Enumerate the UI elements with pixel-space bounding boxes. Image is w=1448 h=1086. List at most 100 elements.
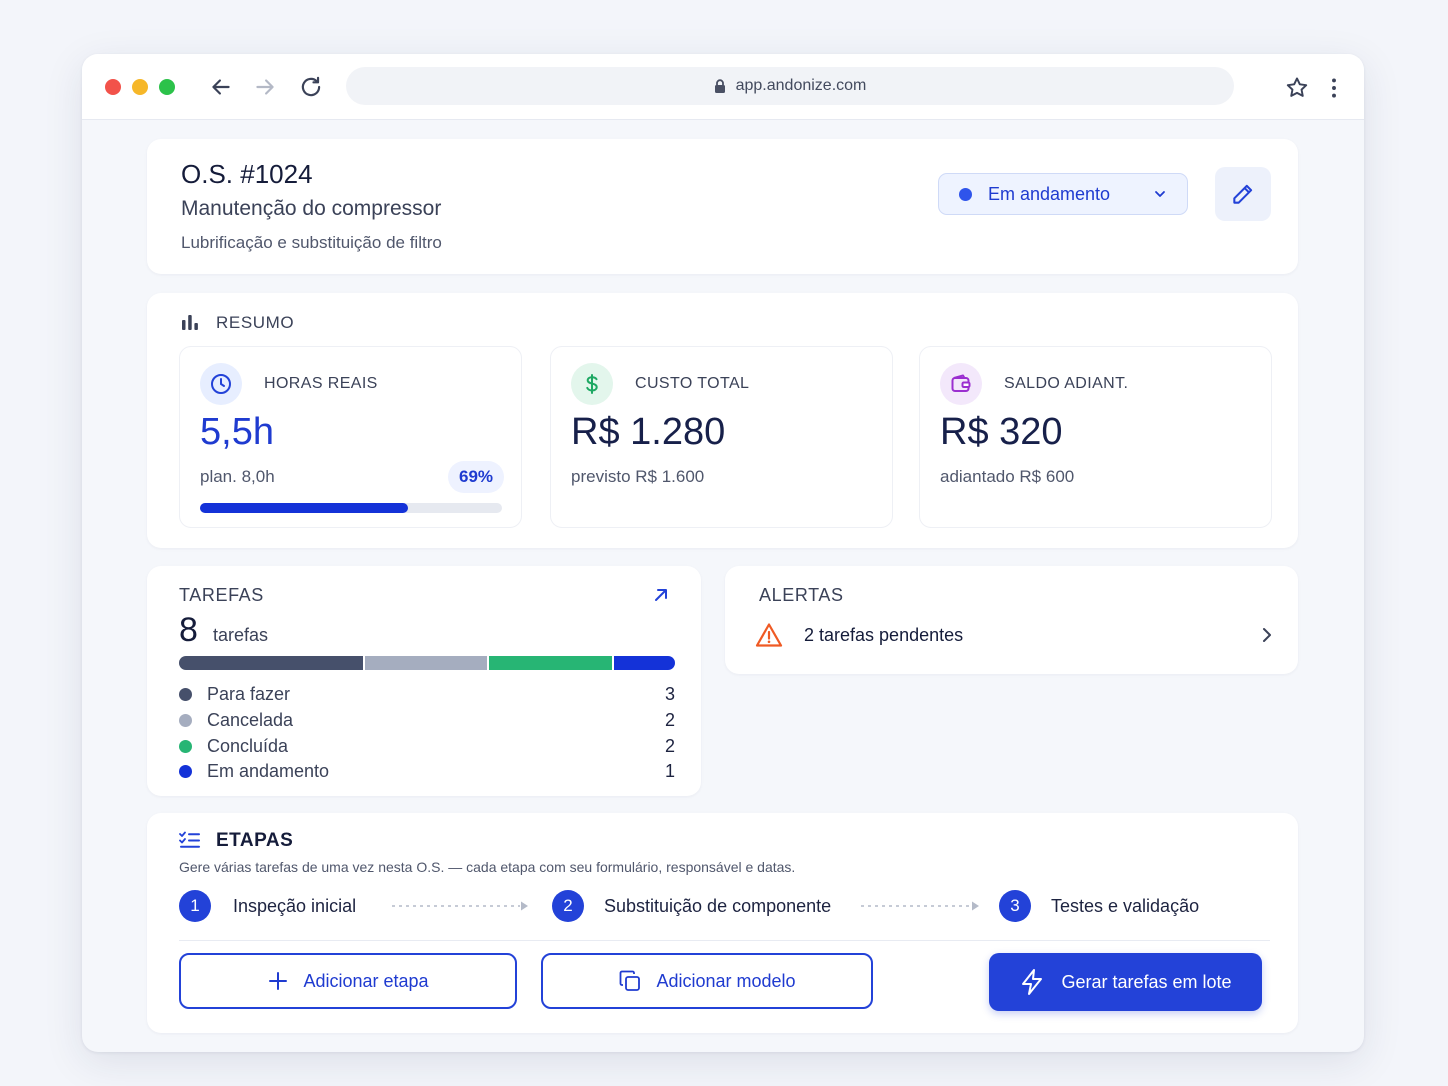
stages-card: ETAPAS Gere várias tarefas de uma vez ne… [147,813,1298,1033]
balance-value: R$ 320 [940,411,1063,453]
url-text: app.andonize.com [735,77,867,94]
dotted-arrow-icon [392,901,528,911]
summary-card: RESUMO HORAS REAIS 5,5h plan. 8,0h 69% C… [147,293,1298,548]
minimize-window-button[interactable] [132,79,148,95]
bar-chart-icon [182,315,198,330]
legend-count: 2 [664,735,675,756]
reload-icon[interactable] [298,74,324,100]
stage-label: Testes e validação [1051,895,1200,916]
warning-icon [755,623,783,647]
edit-button[interactable] [1215,167,1271,221]
tasks-bar-segment [179,656,363,670]
legend-label: Para fazer [207,683,291,704]
tasks-bar-segment [364,656,488,670]
lightning-icon [1022,969,1043,995]
stage-label: Inspeção inicial [233,895,357,916]
legend-dot [179,687,192,701]
open-external-arrow-icon[interactable] [651,585,671,605]
add-template-label: Adicionar modelo [656,970,796,991]
browser-toolbar: app.andonize.com [82,54,1364,120]
generate-batch-tasks-button[interactable]: Gerar tarefas em lote [989,953,1262,1011]
tasks-status-bar [179,656,675,670]
back-arrow-icon[interactable] [208,74,234,100]
legend-row-em-andamento: Em andamento 1 [179,759,675,783]
cost-stat-card: CUSTO TOTAL R$ 1.280 previsto R$ 1.600 [550,346,893,528]
status-dropdown[interactable]: Em andamento [938,173,1188,215]
clock-icon [200,363,242,405]
legend-label: Concluída [207,735,289,756]
hours-label: HORAS REAIS [264,375,378,392]
legend-label: Cancelada [207,709,294,730]
stage-step-3[interactable]: 3 Testes e validação [999,889,1199,923]
stage-number: 2 [552,890,584,922]
tasks-card: TAREFAS 8 tarefas Para fazer 3 Cancelada… [147,566,701,796]
order-header-card: O.S. #1024 Manutenção do compressor Lubr… [147,139,1298,274]
legend-label: Em andamento [207,760,330,781]
stage-number: 1 [179,890,211,922]
legend-row-concluida: Concluída 2 [179,734,675,758]
chevron-right-icon [1263,628,1271,642]
cost-label: CUSTO TOTAL [635,375,750,392]
stages-divider [179,940,1270,941]
stage-step-2[interactable]: 2 Substituição de componente [552,889,831,923]
order-title: Manutenção do compressor [181,197,442,220]
dollar-icon [571,363,613,405]
balance-label: SALDO ADIANT. [1004,375,1129,392]
add-stage-button[interactable]: Adicionar etapa [179,953,517,1009]
generate-batch-label: Gerar tarefas em lote [1061,971,1232,992]
balance-stat-card: SALDO ADIANT. R$ 320 adiantado R$ 600 [919,346,1272,528]
cost-forecast: previsto R$ 1.600 [571,467,705,486]
status-label: Em andamento [988,183,1111,204]
maximize-window-button[interactable] [159,79,175,95]
forward-arrow-icon[interactable] [252,74,278,100]
browser-window: app.andonize.com O.S. #1024 Manutenção d… [82,54,1364,1052]
more-menu-icon[interactable] [1321,75,1347,101]
cost-value: R$ 1.280 [571,411,726,453]
order-number: O.S. #1024 [181,159,313,189]
alert-message: 2 tarefas pendentes [804,624,964,645]
tasks-bar-segment [613,656,675,670]
add-stage-label: Adicionar etapa [303,970,429,991]
bookmark-star-icon[interactable] [1284,75,1310,101]
copy-icon [620,970,641,991]
hours-progress-fill [200,503,409,513]
order-description: Lubrificação e substituição de filtro [181,233,442,252]
summary-heading: RESUMO [216,313,295,332]
stage-number: 3 [999,890,1031,922]
stages-description: Gere várias tarefas de uma vez nesta O.S… [179,859,796,875]
balance-advanced: adiantado R$ 600 [940,467,1075,486]
tasks-count-label: tarefas [213,625,269,645]
hours-value: 5,5h [200,411,274,453]
tasks-count: 8 [179,611,198,649]
legend-dot [179,739,192,753]
stages-heading: ETAPAS [216,830,294,851]
legend-count: 1 [664,760,675,781]
legend-row-para-fazer: Para fazer 3 [179,682,675,706]
hours-planned: plan. 8,0h [200,467,275,486]
legend-row-cancelada: Cancelada 2 [179,708,675,732]
wallet-icon [940,363,982,405]
checklist-icon [179,831,200,848]
alerts-card: ALERTAS 2 tarefas pendentes [725,566,1298,674]
plus-icon [269,972,288,990]
status-dot [959,187,972,201]
hours-stat-card: HORAS REAIS 5,5h plan. 8,0h 69% [179,346,522,528]
chevron-down-icon [1155,191,1165,197]
legend-count: 2 [664,709,675,730]
stage-label: Substituição de componente [604,895,832,916]
dotted-arrow-icon [861,901,979,911]
legend-dot [179,713,192,727]
stage-step-1[interactable]: 1 Inspeção inicial [179,889,356,923]
add-template-button[interactable]: Adicionar modelo [541,953,873,1009]
pending-tasks-alert[interactable]: 2 tarefas pendentes [755,618,1275,652]
close-window-button[interactable] [105,79,121,95]
hours-progress-track [200,503,502,513]
tasks-heading: TAREFAS [179,585,264,605]
lock-icon [714,79,725,93]
legend-dot [179,764,192,778]
hours-percent-badge: 69% [448,461,504,493]
legend-count: 3 [664,683,675,704]
pencil-icon [1233,184,1253,204]
tasks-bar-segment [489,656,612,670]
address-bar[interactable]: app.andonize.com [346,67,1234,105]
